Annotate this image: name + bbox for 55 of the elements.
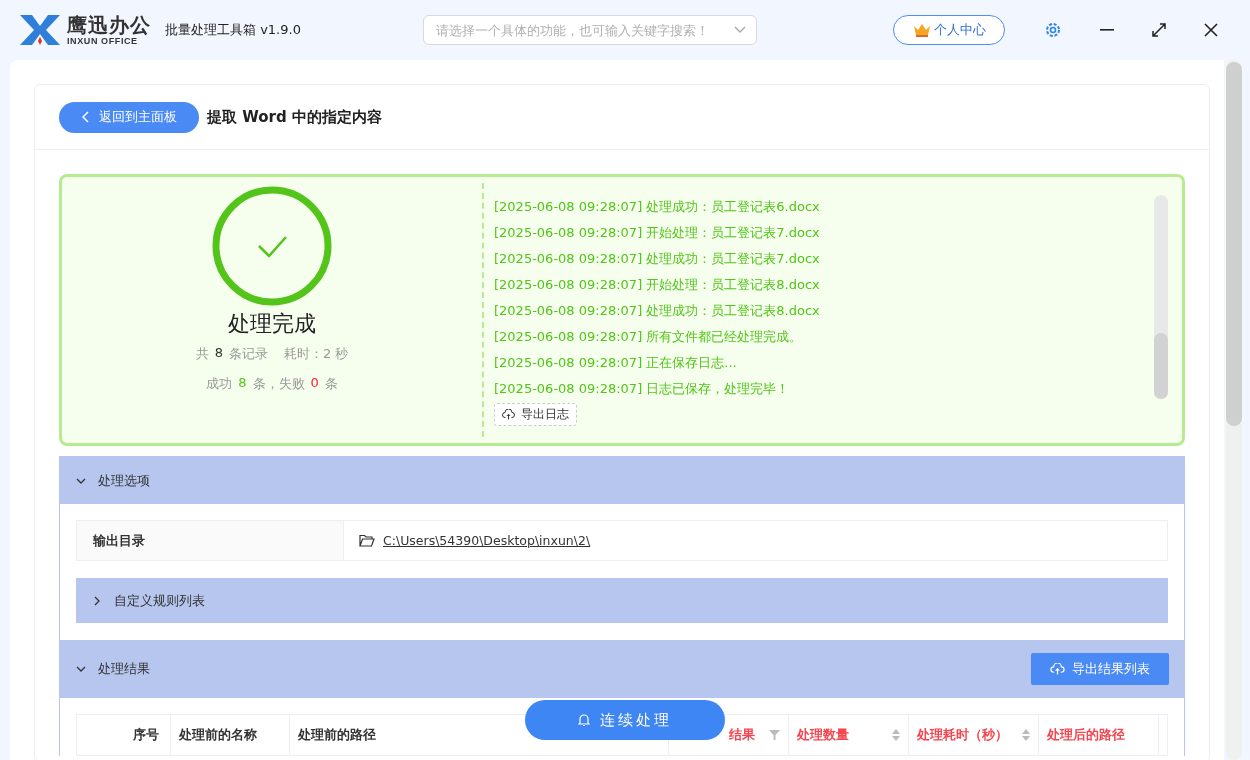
filter-icon [769, 730, 780, 740]
log-line: [2025-06-08 09:28:07] 日志已保存，处理完毕！ [494, 380, 791, 398]
column-header[interactable]: 处理后的路径 [1047, 726, 1125, 744]
stat-label: 条 [324, 375, 338, 393]
duration-text: 耗时：2 秒 [283, 345, 349, 363]
column-header[interactable]: 处理前的路径 [298, 726, 376, 744]
section-header[interactable]: 处理结果 导出结果列表 [60, 640, 1184, 698]
cloud-upload-icon [502, 409, 515, 420]
column-header[interactable]: 结果 [729, 726, 755, 744]
folder-icon [359, 534, 375, 547]
settings-icon[interactable] [1044, 21, 1062, 39]
output-dir-label: 输出目录 [77, 521, 344, 560]
close-icon[interactable] [1204, 23, 1218, 37]
failed-count: 0 [310, 375, 319, 392]
column-header[interactable]: 处理数量 [797, 726, 849, 744]
log-line: [2025-06-08 09:28:07] 处理成功：员工登记表6.docx [494, 198, 821, 216]
brand-name: 鹰迅办公 [67, 14, 151, 35]
sort-icon [1022, 729, 1030, 741]
section-header[interactable]: 处理选项 [60, 457, 1184, 504]
total-count: 8 [214, 345, 223, 362]
bell-icon [578, 713, 590, 727]
export-log-button[interactable]: 导出日志 [494, 403, 577, 426]
rules-header[interactable]: 自定义规则列表 [76, 578, 1168, 623]
chevron-down-icon [734, 26, 746, 34]
cloud-upload-icon [1050, 663, 1065, 675]
page-title: 提取 Word 中的指定内容 [207, 107, 382, 127]
account-button[interactable]: 个人中心 [893, 15, 1005, 45]
output-path-link[interactable]: C:\Users\54390\Desktop\inxun\2\ [383, 533, 591, 548]
log-line: [2025-06-08 09:28:07] 处理成功：员工登记表8.docx [494, 302, 821, 320]
app-title: 批量处理工具箱 v1.9.0 [165, 21, 301, 39]
log-line: [2025-06-08 09:28:07] 开始处理：员工登记表8.docx [494, 276, 821, 294]
success-check-icon [211, 185, 333, 307]
chevron-left-icon [81, 111, 90, 123]
log-line: [2025-06-08 09:28:07] 开始处理：员工登记表7.docx [494, 224, 821, 242]
log-line: [2025-06-08 09:28:07] 所有文件都已经处理完成。 [494, 328, 804, 346]
column-header[interactable]: 序号 [133, 726, 159, 744]
stat-label: 条，失败 [252, 375, 305, 393]
success-count: 8 [238, 375, 247, 392]
stat-label: 成功 [206, 375, 233, 393]
sort-icon [892, 729, 900, 741]
crown-icon [912, 22, 931, 38]
column-header[interactable]: 处理前的名称 [179, 726, 257, 744]
stat-label: 条记录 [228, 345, 268, 363]
continue-button[interactable]: 连续处理 [525, 700, 725, 740]
minimize-icon[interactable] [1100, 29, 1114, 31]
stat-label: 共 [195, 345, 209, 363]
logo-icon [18, 13, 62, 47]
status-title: 处理完成 [228, 310, 316, 338]
page-scrollbar[interactable] [1226, 60, 1242, 760]
log-line: [2025-06-08 09:28:07] 正在保存日志... [494, 354, 738, 372]
scrollbar-track[interactable] [1154, 195, 1168, 399]
maximize-icon[interactable] [1152, 23, 1166, 37]
log-line: [2025-06-08 09:28:07] 处理成功：员工登记表7.docx [494, 250, 821, 268]
brand-subtitle: INXUN OFFICE [67, 36, 139, 46]
column-header[interactable]: 处理耗时（秒） [917, 726, 1008, 744]
